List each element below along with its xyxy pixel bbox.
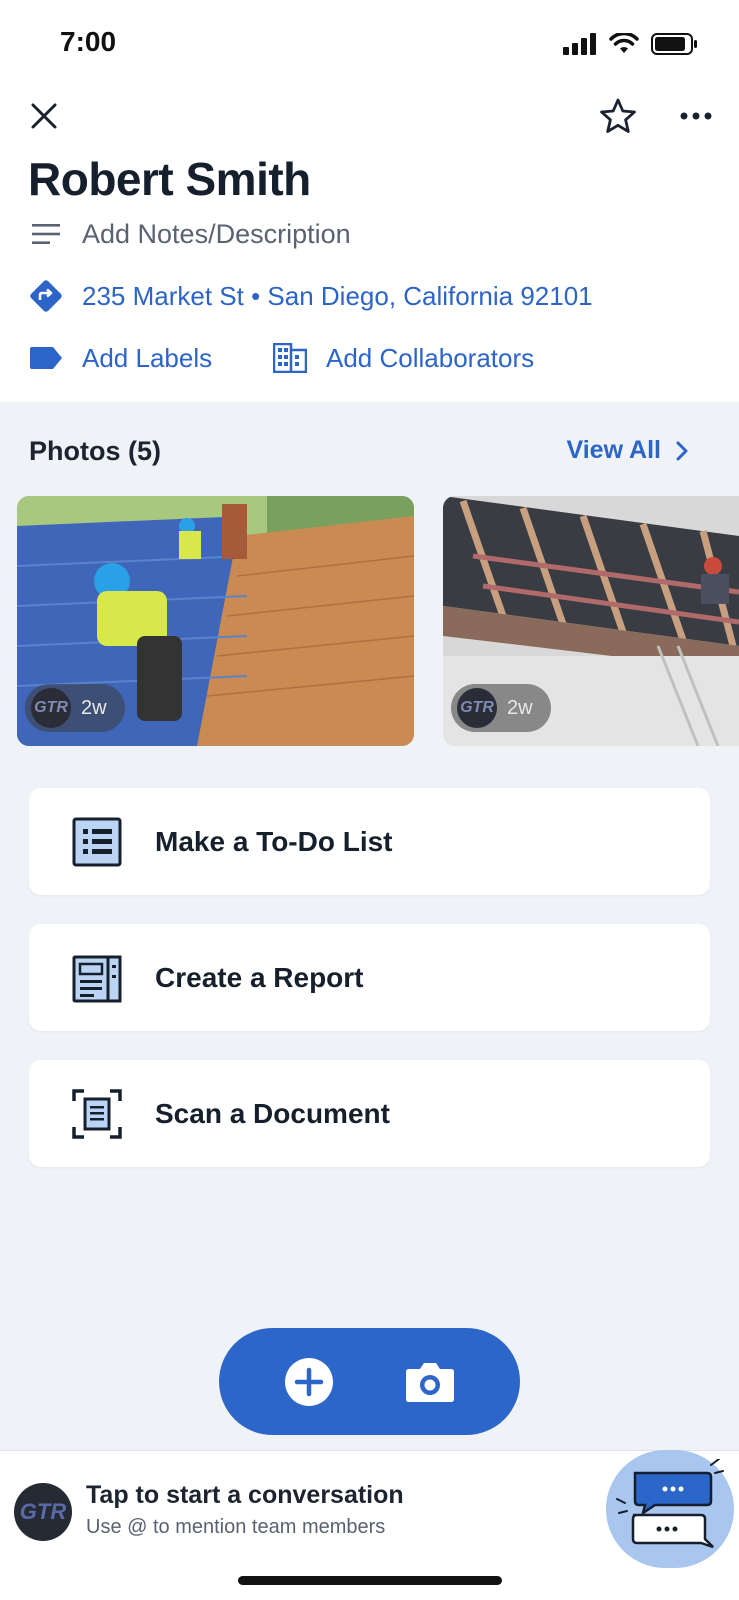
company-logo: GTR <box>31 688 71 728</box>
more-horizontal-icon <box>680 112 712 120</box>
page-title: Robert Smith <box>28 153 311 205</box>
make-todo-list-button[interactable]: Make a To-Do List <box>29 788 710 895</box>
notes-row[interactable]: Add Notes/Description <box>28 216 351 252</box>
scan-document-icon <box>69 1086 125 1142</box>
photo-badge: GTR 2w <box>25 684 125 732</box>
close-button[interactable] <box>22 94 66 138</box>
label-icon <box>28 340 64 376</box>
close-icon <box>31 103 57 129</box>
building-icon <box>272 340 308 376</box>
floating-action-bar <box>219 1328 520 1435</box>
notes-placeholder: Add Notes/Description <box>82 218 351 249</box>
battery-icon <box>651 33 697 55</box>
conversation-subtitle: Use @ to mention team members <box>86 1516 386 1538</box>
photo-thumbnail[interactable]: GTR 2w <box>17 496 414 746</box>
signal-icon <box>563 33 596 55</box>
status-icons <box>563 32 699 56</box>
address-link: 235 Market St • San Diego, California 92… <box>82 280 593 311</box>
address-row[interactable]: 235 Market St • San Diego, California 92… <box>28 278 593 314</box>
favorite-button[interactable] <box>594 92 642 140</box>
photo-thumbnail[interactable]: GTR 2w <box>443 496 739 746</box>
star-icon <box>600 98 636 133</box>
add-button[interactable] <box>279 1352 339 1412</box>
add-collaborators-label: Add Collaborators <box>326 342 535 373</box>
add-labels-button[interactable]: Add Labels <box>28 340 212 376</box>
home-indicator <box>238 1576 502 1585</box>
create-report-button[interactable]: Create a Report <box>29 924 710 1031</box>
top-bar <box>0 88 739 148</box>
action-label: Scan a Document <box>155 1097 390 1129</box>
action-label: Make a To-Do List <box>155 825 393 857</box>
chevron-right-icon <box>676 441 688 460</box>
more-options-button[interactable] <box>672 94 720 138</box>
avatar: GTR <box>14 1483 72 1541</box>
chat-bubbles-icon <box>616 1459 724 1549</box>
report-icon <box>69 950 125 1006</box>
wifi-icon <box>609 33 639 53</box>
directions-icon <box>28 278 64 314</box>
plus-circle-icon <box>285 1357 334 1406</box>
photo-badge: GTR 2w <box>451 684 551 732</box>
action-label: Create a Report <box>155 961 364 993</box>
conversation-title: Tap to start a conversation <box>86 1481 404 1509</box>
checklist-icon <box>69 814 125 870</box>
status-time: 7:00 <box>60 26 117 57</box>
photo-age: 2w <box>507 696 533 719</box>
add-collaborators-button[interactable]: Add Collaborators <box>272 340 534 376</box>
photo-age: 2w <box>81 696 107 719</box>
scan-document-button[interactable]: Scan a Document <box>29 1060 710 1167</box>
camera-button[interactable] <box>400 1352 460 1412</box>
notes-icon <box>28 216 64 252</box>
add-labels-label: Add Labels <box>82 342 213 373</box>
view-all-label: View All <box>566 436 661 464</box>
company-logo: GTR <box>457 688 497 728</box>
camera-icon <box>405 1362 454 1402</box>
chat-button[interactable] <box>606 1450 734 1568</box>
view-all-button[interactable]: View All <box>567 436 689 465</box>
status-bar: 7:00 <box>0 0 739 88</box>
photos-title: Photos (5) <box>29 436 161 466</box>
